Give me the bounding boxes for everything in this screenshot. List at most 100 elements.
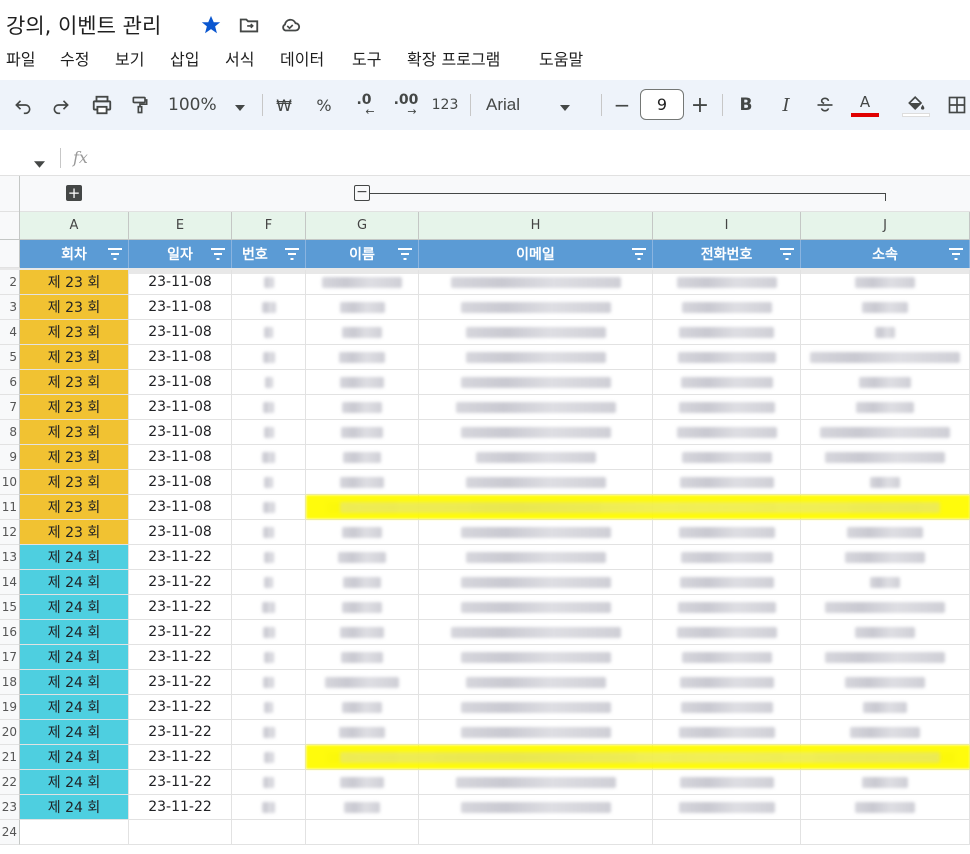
column-header-e[interactable]: E	[129, 212, 232, 240]
cell-email[interactable]	[419, 645, 653, 670]
cell-phone[interactable]	[653, 695, 801, 720]
row-header[interactable]: 12	[0, 520, 20, 545]
row-header[interactable]: 3	[0, 295, 20, 320]
font-size-increase-button[interactable]: +	[688, 90, 712, 120]
paint-format-icon[interactable]	[127, 90, 153, 120]
cell-name[interactable]	[306, 395, 419, 420]
cell-email[interactable]	[419, 570, 653, 595]
formula-input[interactable]	[100, 144, 960, 170]
row-header[interactable]: 15	[0, 595, 20, 620]
cell-date[interactable]: 23-11-22	[129, 770, 232, 795]
menu-tools[interactable]: 도구	[352, 46, 381, 70]
cell-round[interactable]: 제 23 회	[20, 470, 129, 495]
cell-number[interactable]	[232, 595, 306, 620]
cell-number[interactable]	[232, 770, 306, 795]
filter-icon[interactable]	[398, 248, 412, 260]
cell-email[interactable]	[419, 545, 653, 570]
cell-number[interactable]	[232, 495, 306, 520]
cell-date[interactable]: 23-11-22	[129, 595, 232, 620]
cell-email[interactable]	[419, 720, 653, 745]
cell-name[interactable]	[306, 595, 419, 620]
filter-icon[interactable]	[949, 248, 963, 260]
cell-number[interactable]	[232, 720, 306, 745]
menu-help[interactable]: 도움말	[539, 46, 583, 70]
column-header-j[interactable]: J	[801, 212, 970, 240]
filter-icon[interactable]	[285, 248, 299, 260]
cell-phone[interactable]	[653, 270, 801, 295]
cell-round[interactable]	[20, 820, 129, 845]
select-all-corner[interactable]	[0, 212, 20, 240]
move-folder-icon[interactable]	[237, 13, 261, 37]
row-header[interactable]: 21	[0, 745, 20, 770]
cell-phone[interactable]	[653, 320, 801, 345]
column-header-h[interactable]: H	[419, 212, 653, 240]
row-header[interactable]: 18	[0, 670, 20, 695]
cell-round[interactable]: 제 23 회	[20, 495, 129, 520]
cell-number[interactable]	[232, 445, 306, 470]
row-header[interactable]: 10	[0, 470, 20, 495]
cell-round[interactable]: 제 23 회	[20, 345, 129, 370]
redo-icon[interactable]	[48, 90, 74, 120]
percent-format-button[interactable]: %	[312, 90, 336, 120]
strikethrough-icon[interactable]	[812, 90, 838, 120]
cell-affiliation[interactable]	[801, 270, 970, 295]
cell-email[interactable]	[419, 820, 653, 845]
cell-round[interactable]: 제 24 회	[20, 570, 129, 595]
row-header[interactable]: 4	[0, 320, 20, 345]
text-color-button[interactable]: A	[850, 90, 880, 120]
cell-phone[interactable]	[653, 445, 801, 470]
undo-icon[interactable]	[10, 90, 36, 120]
increase-decimal-button[interactable]: .00 →	[390, 90, 422, 120]
cell-name[interactable]	[306, 370, 419, 395]
cell-affiliation[interactable]	[801, 645, 970, 670]
cell-number[interactable]	[232, 395, 306, 420]
cell-round[interactable]: 제 23 회	[20, 270, 129, 295]
cell-name[interactable]	[306, 445, 419, 470]
cell-email[interactable]	[419, 345, 653, 370]
menu-view[interactable]: 보기	[115, 46, 144, 70]
decrease-decimal-button[interactable]: .0 ←	[350, 90, 378, 120]
fill-color-icon[interactable]	[900, 90, 932, 120]
font-size-decrease-button[interactable]: −	[610, 90, 634, 120]
cell-date[interactable]	[129, 820, 232, 845]
header-name[interactable]: 이름	[306, 240, 419, 268]
cell-number[interactable]	[232, 370, 306, 395]
cloud-saved-icon[interactable]	[278, 13, 302, 37]
row-header[interactable]: 22	[0, 770, 20, 795]
cell-date[interactable]: 23-11-08	[129, 520, 232, 545]
column-header-f[interactable]: F	[232, 212, 306, 240]
font-size-input[interactable]: 9	[640, 89, 684, 120]
cell-date[interactable]: 23-11-08	[129, 420, 232, 445]
cell-number[interactable]	[232, 820, 306, 845]
cell-date[interactable]: 23-11-22	[129, 695, 232, 720]
bold-button[interactable]: B	[734, 90, 758, 120]
cell-email[interactable]	[419, 370, 653, 395]
cell-email[interactable]	[419, 270, 653, 295]
cell-affiliation[interactable]	[801, 795, 970, 820]
row-header[interactable]: 19	[0, 695, 20, 720]
cell-name[interactable]	[306, 520, 419, 545]
cell-affiliation[interactable]	[801, 395, 970, 420]
cell-number[interactable]	[232, 270, 306, 295]
cell-name[interactable]	[306, 345, 419, 370]
cell-date[interactable]: 23-11-22	[129, 670, 232, 695]
cell-date[interactable]: 23-11-08	[129, 370, 232, 395]
cell-affiliation[interactable]	[801, 370, 970, 395]
cell-number[interactable]	[232, 295, 306, 320]
cell-date[interactable]: 23-11-08	[129, 445, 232, 470]
cell-name[interactable]	[306, 470, 419, 495]
row-header[interactable]: 20	[0, 720, 20, 745]
header-number[interactable]: 번호	[232, 240, 306, 268]
cell-phone[interactable]	[653, 395, 801, 420]
cell-email[interactable]	[419, 470, 653, 495]
cell-affiliation[interactable]	[801, 820, 970, 845]
header-email[interactable]: 이메일	[419, 240, 653, 268]
cell-phone[interactable]	[653, 420, 801, 445]
row-header[interactable]: 17	[0, 645, 20, 670]
menu-extensions[interactable]: 확장 프로그램	[407, 46, 500, 70]
cell-round[interactable]: 제 23 회	[20, 320, 129, 345]
cell-phone[interactable]	[653, 470, 801, 495]
cell-email[interactable]	[419, 395, 653, 420]
cell-email[interactable]	[419, 670, 653, 695]
cell-date[interactable]: 23-11-08	[129, 270, 232, 295]
